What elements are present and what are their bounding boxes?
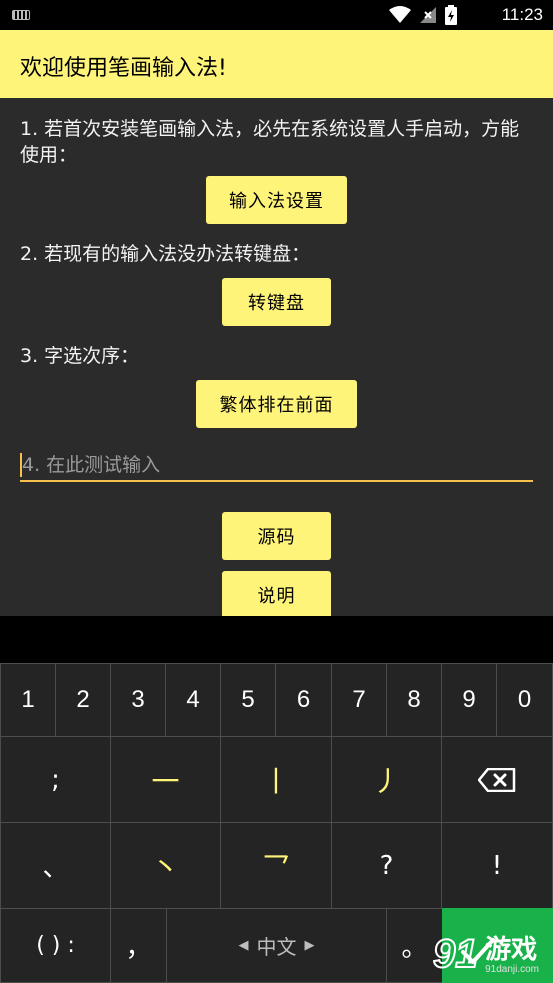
status-icons — [389, 5, 457, 25]
key-digit-5[interactable]: 5 — [220, 663, 276, 737]
key-semicolon[interactable]: ; — [0, 736, 111, 823]
key-comma[interactable]: ， — [110, 908, 167, 983]
help-button[interactable]: 说明 — [222, 571, 331, 616]
step3-text: 3. 字选次序： — [20, 345, 140, 367]
key-dun-comma[interactable]: 、 — [0, 822, 111, 909]
stroke-keyboard: 1 2 3 4 5 6 7 8 9 0 ; 一 丨 丿 、 丶 乛 ? ! ( … — [0, 663, 553, 983]
key-stroke-shu[interactable]: 丨 — [220, 736, 332, 823]
backspace-key[interactable] — [441, 736, 553, 823]
signal-icon — [420, 7, 436, 23]
key-digit-9[interactable]: 9 — [441, 663, 497, 737]
page-title: 欢迎使用笔画输入法! — [20, 56, 227, 81]
triangle-right-icon: ▶ — [304, 938, 315, 953]
key-stroke-dian[interactable]: 丶 — [110, 822, 221, 909]
key-digit-0[interactable]: 0 — [496, 663, 553, 737]
watermark-site: 91danji.com — [485, 964, 539, 975]
keyboard-gap — [0, 616, 553, 663]
app-bar: 欢迎使用笔画输入法! — [0, 30, 553, 98]
key-digit-8[interactable]: 8 — [386, 663, 442, 737]
keyboard-indicator-icon — [12, 10, 30, 20]
battery-charging-icon — [445, 5, 457, 25]
wifi-icon — [389, 6, 411, 23]
watermark-logo-icon: 91 — [433, 931, 479, 975]
key-stroke-zhe[interactable]: 乛 — [220, 822, 332, 909]
watermark: 91 游戏 91danji.com — [433, 931, 539, 975]
key-digit-7[interactable]: 7 — [331, 663, 387, 737]
status-bar: 11:23 — [0, 0, 553, 30]
key-stroke-pie[interactable]: 丿 — [331, 736, 442, 823]
key-digit-1[interactable]: 1 — [0, 663, 56, 737]
ime-settings-button[interactable]: 输入法设置 — [206, 176, 347, 224]
switch-keyboard-button[interactable]: 转键盘 — [222, 278, 331, 326]
traditional-first-button[interactable]: 繁体排在前面 — [196, 380, 357, 428]
triangle-left-icon: ◀ — [238, 938, 249, 953]
key-digit-6[interactable]: 6 — [275, 663, 332, 737]
test-input[interactable]: 4. 在此测试输入 — [20, 450, 533, 482]
svg-text:91: 91 — [433, 932, 478, 975]
key-digit-4[interactable]: 4 — [165, 663, 221, 737]
key-exclamation[interactable]: ! — [441, 822, 553, 909]
key-stroke-heng[interactable]: 一 — [110, 736, 221, 823]
test-input-placeholder: 4. 在此测试输入 — [22, 454, 161, 476]
key-digit-3[interactable]: 3 — [110, 663, 166, 737]
language-label: 中文 — [256, 935, 297, 959]
clock: 11:23 — [501, 5, 543, 24]
backspace-icon — [478, 767, 516, 792]
watermark-brand: 游戏 — [485, 935, 538, 965]
key-question[interactable]: ? — [331, 822, 442, 909]
key-paren-colon[interactable]: ( ) : — [0, 908, 111, 983]
key-digit-2[interactable]: 2 — [55, 663, 111, 737]
step2-text: 2. 若现有的输入法没办法转键盘： — [20, 243, 311, 265]
step1-text: 1. 若首次安装笔画输入法，必先在系统设置人手启动，方能使用： — [20, 118, 520, 166]
source-code-button[interactable]: 源码 — [222, 512, 331, 560]
main-content: 1. 若首次安装笔画输入法，必先在系统设置人手启动，方能使用： 输入法设置 2.… — [0, 98, 553, 616]
space-language-key[interactable]: ◀ 中文 ▶ — [166, 908, 387, 983]
